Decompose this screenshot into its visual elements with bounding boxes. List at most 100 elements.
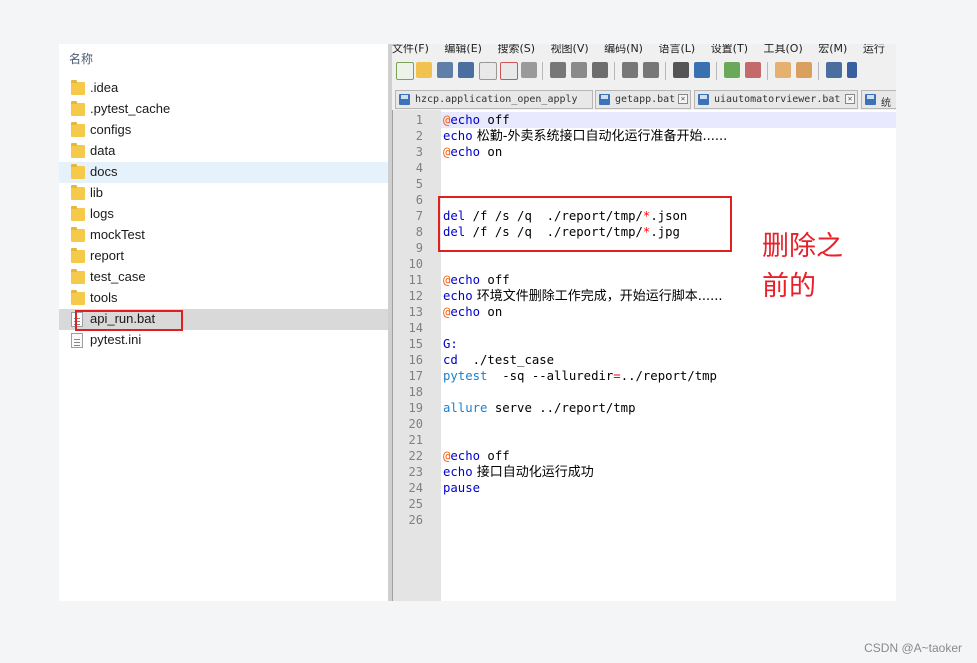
find-icon[interactable] [673, 62, 689, 78]
column-header-name[interactable]: 名称 [69, 50, 93, 67]
line-number: 24 [408, 481, 423, 495]
list-item-mocktest[interactable]: mockTest [59, 225, 388, 246]
folder-icon [71, 122, 85, 137]
code-line: pause [443, 480, 480, 496]
sync-vertical-icon[interactable] [775, 62, 791, 78]
folder-icon [71, 248, 85, 263]
line-number: 2 [415, 129, 423, 143]
line-number: 11 [408, 273, 423, 287]
tab-label: 统 [881, 98, 891, 109]
line-number: 18 [408, 385, 423, 399]
undo-icon[interactable] [622, 62, 638, 78]
list-item-data[interactable]: data [59, 141, 388, 162]
line-number: 21 [408, 433, 423, 447]
toolbar-separator [767, 62, 768, 80]
folder-icon [71, 164, 85, 179]
show-symbols-icon[interactable] [847, 62, 857, 78]
file-name: report [90, 248, 124, 263]
line-number: 19 [408, 401, 423, 415]
replace-icon[interactable] [694, 62, 710, 78]
redo-icon[interactable] [643, 62, 659, 78]
keyword: G: [443, 337, 458, 351]
new-file-icon[interactable] [396, 62, 414, 80]
watermark: CSDN @A~taoker [864, 641, 962, 655]
list-item-report[interactable]: report [59, 246, 388, 267]
code-line: @echo on [443, 144, 502, 160]
line-number: 20 [408, 417, 423, 431]
tab-label: hzcp.application_open_apply [415, 94, 578, 105]
screenshot-canvas: 名称 .idea .pytest_cache configs data docs… [59, 44, 896, 601]
line-number: 17 [408, 369, 423, 383]
toolbar-separator [716, 62, 717, 80]
folder-icon [71, 269, 85, 284]
code-text: -sq --alluredir [487, 369, 614, 383]
print-icon[interactable] [521, 62, 537, 78]
code-line: @echo on [443, 304, 502, 320]
list-item-logs[interactable]: logs [59, 204, 388, 225]
list-item-pytest-cache[interactable]: .pytest_cache [59, 99, 388, 120]
tab-bar: hzcp.application_open_apply getapp.bat ✕… [392, 88, 896, 110]
list-item-test-case[interactable]: test_case [59, 267, 388, 288]
line-number: 5 [415, 177, 423, 191]
menu-file[interactable]: 文件(F) [392, 44, 429, 55]
menu-tools[interactable]: 工具(O) [764, 44, 803, 55]
tab-uiautomatorviewer[interactable]: uiautomatorviewer.bat ✕ [694, 90, 858, 109]
code-line: allure serve ../report/tmp [443, 400, 636, 416]
code-line: echo 接口自动化运行成功 [443, 464, 594, 480]
code-line: @echo off [443, 112, 510, 128]
tab-hzcp[interactable]: hzcp.application_open_apply [395, 90, 593, 109]
line-number: 23 [408, 465, 423, 479]
close-tab-icon[interactable]: ✕ [845, 94, 855, 104]
code-text: 接口自动化运行成功 [472, 465, 594, 480]
tab-more[interactable]: 统 [861, 90, 896, 109]
close-all-icon[interactable] [500, 62, 518, 80]
tab-getapp[interactable]: getapp.bat ✕ [595, 90, 691, 109]
menu-search[interactable]: 搜索(S) [497, 44, 535, 55]
menu-encoding[interactable]: 编码(N) [604, 44, 643, 55]
list-item-tools[interactable]: tools [59, 288, 388, 309]
list-item-lib[interactable]: lib [59, 183, 388, 204]
list-item-docs[interactable]: docs [59, 162, 388, 183]
code-text: 环境文件删除工作完成，开始运行脚本...... [472, 289, 723, 304]
code-text: ../report/tmp [620, 369, 717, 383]
line-number: 14 [408, 321, 423, 335]
list-item-configs[interactable]: configs [59, 120, 388, 141]
keyword: allure [443, 401, 488, 415]
paste-icon[interactable] [592, 62, 608, 78]
code-area[interactable]: 1 2 3 4 5 6 7 8 9 10 11 12 13 14 15 16 1… [392, 110, 896, 601]
list-item-idea[interactable]: .idea [59, 78, 388, 99]
keyword: echo [450, 305, 481, 319]
folder-icon [71, 227, 85, 242]
close-icon[interactable] [479, 62, 497, 80]
menu-edit[interactable]: 编辑(E) [444, 44, 482, 55]
file-name: tools [90, 290, 118, 305]
menu-settings[interactable]: 设置(T) [711, 44, 748, 55]
line-number: 26 [408, 513, 423, 527]
list-item-pytest-ini[interactable]: pytest.ini [59, 330, 388, 351]
settings-file-icon [71, 333, 83, 348]
zoom-in-icon[interactable] [724, 62, 740, 78]
menu-macro[interactable]: 宏(M) [818, 44, 847, 55]
keyword: echo [443, 465, 473, 479]
code-line: @echo off [443, 272, 510, 288]
cut-icon[interactable] [550, 62, 566, 78]
save-icon[interactable] [437, 62, 453, 78]
folder-icon [71, 290, 85, 305]
save-all-icon[interactable] [458, 62, 474, 78]
copy-icon[interactable] [571, 62, 587, 78]
highlight-box-api-run [75, 310, 183, 331]
keyword: echo [450, 113, 481, 127]
zoom-out-icon[interactable] [745, 62, 761, 78]
menu-view[interactable]: 视图(V) [551, 44, 589, 55]
word-wrap-icon[interactable] [826, 62, 842, 78]
keyword: pause [443, 481, 481, 495]
line-number: 4 [415, 161, 423, 175]
menu-run[interactable]: 运行 [863, 44, 885, 55]
close-tab-icon[interactable]: ✕ [678, 94, 688, 104]
open-folder-icon[interactable] [416, 62, 432, 78]
file-name: .pytest_cache [90, 101, 171, 116]
file-name: configs [90, 122, 132, 137]
file-name: lib [90, 185, 104, 200]
sync-horizontal-icon[interactable] [796, 62, 812, 78]
menu-language[interactable]: 语言(L) [658, 44, 695, 55]
